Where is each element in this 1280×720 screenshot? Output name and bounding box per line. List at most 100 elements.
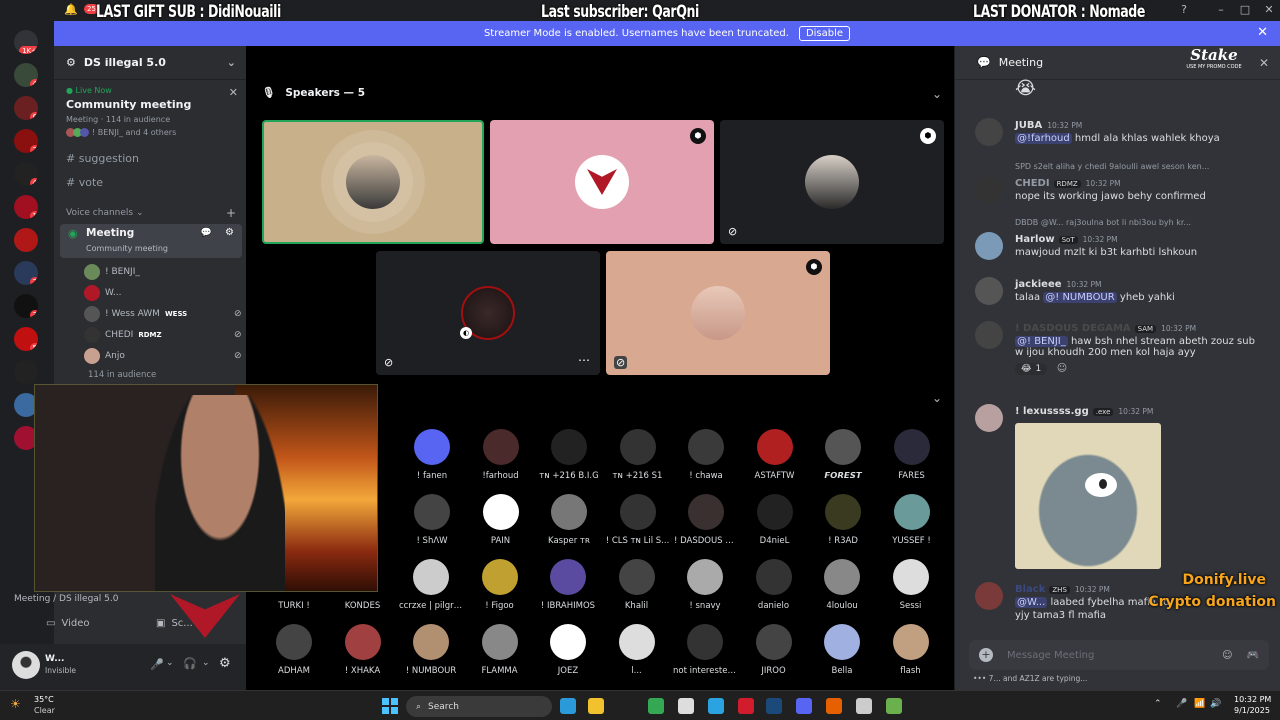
message-author[interactable]: ! lexussss.gg [1015, 406, 1089, 417]
server-icon[interactable]: 2 [14, 261, 38, 285]
audience-member[interactable]: ᴛɴ +216 S1 [606, 429, 670, 481]
audience-member[interactable]: ! XHAKA [331, 624, 395, 676]
audience-member[interactable]: FLAMMA [468, 624, 532, 676]
close-icon[interactable]: ✕ [1257, 25, 1268, 40]
more-options-icon[interactable]: ⋯ [578, 353, 590, 367]
message-author[interactable]: CHEDI [1015, 178, 1050, 189]
github-icon[interactable] [678, 698, 694, 714]
firefox-icon[interactable] [826, 698, 842, 714]
audience-member[interactable]: YUSSEF ! [880, 494, 944, 546]
maximize-icon[interactable]: □ [1238, 3, 1252, 17]
server-icon[interactable]: 4 [14, 63, 38, 87]
speaker-tile[interactable]: ⬢ ⊘ [606, 251, 830, 375]
audience-member[interactable]: ! CLS ᴛɴ Lil S... [606, 494, 670, 546]
server-icon[interactable]: 5 [14, 327, 38, 351]
close-chat-icon[interactable]: ✕ [1259, 56, 1269, 70]
message-author[interactable]: Harlow [1015, 234, 1055, 245]
speaker-tile[interactable]: ⬢ [490, 120, 714, 244]
media-icon[interactable] [856, 698, 872, 714]
opera-icon[interactable] [738, 698, 754, 714]
server-icon[interactable] [14, 228, 38, 252]
voice-user[interactable]: Anjo ⊘ [84, 348, 242, 364]
telegram-icon[interactable] [708, 698, 724, 714]
sticky-icon[interactable] [886, 698, 902, 714]
channel-vote[interactable]: # vote [66, 176, 103, 189]
audience-member[interactable]: ! DASDOUS D... [674, 494, 738, 546]
server-icon[interactable]: 4 [14, 162, 38, 186]
windows-start-icon[interactable] [382, 698, 398, 714]
server-icon[interactable]: 1K+ [14, 30, 38, 54]
video-button[interactable]: ▭ Video [46, 614, 126, 632]
headphones-icon[interactable]: 🎧 [183, 657, 197, 670]
mention[interactable]: @! BENJI_ [1015, 336, 1068, 347]
message-author[interactable]: Black [1015, 584, 1045, 595]
clock-time[interactable]: 10:32 PM [1234, 695, 1271, 704]
message-author[interactable]: ! DASDOUS DEGAMA [1015, 323, 1131, 334]
file-explorer-icon[interactable] [588, 698, 604, 714]
chat-message[interactable]: jackieee 10:32 PM talaa @! NUMBOUR yheb y… [975, 277, 1265, 305]
voice-user[interactable]: CHEDI RDMZ ⊘ [84, 327, 242, 343]
gamepad-icon[interactable]: 🎮 [1247, 650, 1259, 661]
audience-member[interactable]: ADHAM [262, 624, 326, 676]
server-icon[interactable]: 6 [14, 96, 38, 120]
collapse-audience-icon[interactable]: ⌄ [932, 391, 942, 405]
voice-channels-header[interactable]: Voice channels ⌄ [66, 208, 144, 218]
audience-member[interactable]: ! fanen [400, 429, 464, 481]
server-icon[interactable] [14, 360, 38, 384]
add-attachment-icon[interactable]: + [979, 648, 993, 662]
audience-member[interactable]: ᴛɴ +216 B.I.G [537, 429, 601, 481]
live-event-card[interactable]: ● Live Now Community meeting Meeting · 1… [66, 86, 238, 137]
audience-member[interactable]: PAIN [469, 494, 533, 546]
audience-member[interactable]: ! snavy [673, 559, 737, 611]
audience-member[interactable]: 𝙁𝙊𝙍𝙀𝙎𝙏 [811, 429, 875, 481]
audience-member[interactable]: D4nieL [743, 494, 807, 546]
chat-message[interactable]: ! lexussss.gg .exe 10:32 PM [975, 404, 1265, 569]
audience-member[interactable]: 4loulou [810, 559, 874, 611]
discord-icon[interactable] [796, 698, 812, 714]
reply-preview[interactable]: DBDB @W... raj3oulna bot li nbi3ou byh k… [1015, 218, 1191, 227]
message-author[interactable]: JUBA [1015, 120, 1042, 131]
help-icon[interactable]: ? [1177, 3, 1191, 17]
minimize-icon[interactable]: – [1214, 3, 1228, 17]
audience-member[interactable]: danielo [742, 559, 806, 611]
microphone-tray-icon[interactable]: 🎤 [1176, 699, 1187, 709]
reaction-button[interactable]: 😂 1 [1015, 363, 1048, 375]
audience-member[interactable]: ! Figoo [468, 559, 532, 611]
speaker-tile[interactable]: ⊘ ⋯ ◐ [376, 251, 600, 375]
audience-member[interactable]: ! NUMBOUR [399, 624, 463, 676]
message-input[interactable]: + Message Meeting ☺ 🎮 [969, 640, 1269, 670]
settings-gear-icon[interactable]: ⚙ [219, 656, 231, 671]
audience-member[interactable]: flash [879, 624, 943, 676]
voice-user[interactable]: ! BENJI_ [84, 264, 140, 280]
audience-member[interactable]: Bella [810, 624, 874, 676]
image-attachment[interactable] [1015, 423, 1161, 569]
server-icon[interactable]: 3 [14, 294, 38, 318]
close-window-icon[interactable]: ✕ [1262, 3, 1276, 17]
voice-user[interactable]: W... [84, 285, 121, 301]
server-header[interactable]: ⚙ DS illegal 5.0 ⌄ [54, 46, 246, 80]
chevron-down-icon[interactable]: ⌄ [166, 658, 174, 668]
speaker-tile[interactable]: ⬢ ⊘ [720, 120, 944, 244]
weather-temp[interactable]: 35°C [34, 695, 54, 704]
chat-bubble-icon[interactable]: 💬 [201, 228, 212, 238]
audience-member[interactable]: Sessi [879, 559, 943, 611]
speaker-tile[interactable] [262, 120, 484, 244]
audience-member[interactable]: !farhoud [469, 429, 533, 481]
add-channel-icon[interactable]: + [226, 206, 236, 220]
audience-member[interactable]: l... [605, 624, 669, 676]
audience-member[interactable]: ASTAFTW [743, 429, 807, 481]
reply-preview[interactable]: SPD s2elt aliha y chedi 9aloulli awel se… [1015, 162, 1209, 171]
emoji-icon[interactable]: ☺ [1222, 650, 1232, 661]
volume-icon[interactable]: 🔊 [1210, 699, 1221, 709]
audience-member[interactable]: ! ShɅW [400, 494, 464, 546]
chat-message[interactable]: SPD s2elt aliha y chedi 9aloulli awel se… [975, 162, 1265, 204]
chevron-down-icon[interactable]: ⌄ [202, 658, 210, 668]
audience-member[interactable]: not interested... [673, 624, 737, 676]
add-reaction-icon[interactable]: ☺ [1057, 363, 1067, 374]
audience-member[interactable]: Kasper ᴛʀ [537, 494, 601, 546]
bell-icon[interactable]: 🔔 [64, 3, 78, 17]
audience-member[interactable]: ! IBRAHIMOS [536, 559, 600, 611]
microphone-icon[interactable]: 🎤 [150, 658, 164, 671]
mention[interactable]: @W... [1015, 597, 1048, 608]
edge-icon[interactable] [560, 698, 576, 714]
